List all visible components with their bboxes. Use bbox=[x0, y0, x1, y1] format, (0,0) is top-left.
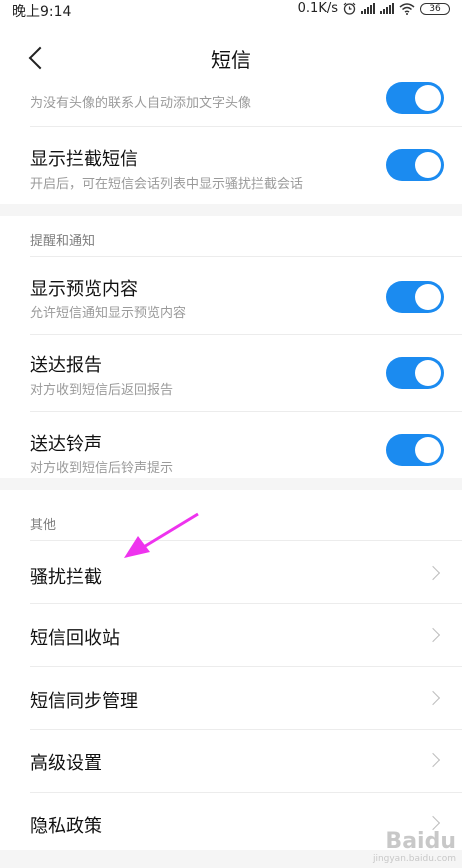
chevron-right-icon bbox=[425, 752, 441, 768]
row-title: 显示拦截短信 bbox=[30, 149, 138, 170]
row-subtitle: 开启后，可在短信会话列表中显示骚扰拦截会话 bbox=[30, 177, 304, 192]
notify-section: 提醒和通知 显示预览内容 允许短信通知显示预览内容 送达报告 对方收到短信后返回… bbox=[0, 216, 462, 478]
section-label: 提醒和通知 bbox=[30, 234, 96, 249]
show-preview-row[interactable]: 显示预览内容 允许短信通知显示预览内容 bbox=[0, 257, 462, 329]
chevron-right-icon bbox=[425, 565, 441, 581]
signal-icon-2 bbox=[380, 3, 394, 14]
sms-sync-row[interactable]: 短信同步管理 bbox=[0, 667, 462, 729]
watermark-logo: Baidu bbox=[385, 829, 456, 854]
chevron-right-icon bbox=[425, 815, 441, 831]
row-title: 送达铃声 bbox=[30, 434, 102, 455]
signal-icon bbox=[361, 3, 375, 14]
show-preview-toggle[interactable] bbox=[386, 281, 444, 313]
annotation-arrow-icon bbox=[124, 512, 199, 558]
delivery-sound-toggle[interactable] bbox=[386, 434, 444, 466]
chevron-right-icon bbox=[425, 690, 441, 706]
row-title: 高级设置 bbox=[30, 753, 102, 774]
auto-avatar-subtitle: 为没有头像的联系人自动添加文字头像 bbox=[30, 96, 252, 111]
row-subtitle: 允许短信通知显示预览内容 bbox=[30, 306, 187, 321]
battery-icon: 36 bbox=[420, 2, 450, 15]
delivery-sound-row[interactable]: 送达铃声 对方收到短信后铃声提示 bbox=[0, 412, 462, 478]
other-section: 其他 骚扰拦截 短信回收站 短信同步管理 高级设置 隐私政策 bbox=[0, 490, 462, 850]
row-title: 短信同步管理 bbox=[30, 691, 138, 712]
row-title: 送达报告 bbox=[30, 355, 102, 376]
wifi-icon bbox=[399, 2, 415, 15]
status-bar: 晚上9:14 0.1K/s 36 bbox=[0, 0, 462, 20]
harassment-block-row[interactable]: 骚扰拦截 bbox=[0, 541, 462, 603]
show-blocked-sms-row[interactable]: 显示拦截短信 开启后，可在短信会话列表中显示骚扰拦截会话 bbox=[0, 127, 462, 204]
chevron-right-icon bbox=[425, 627, 441, 643]
row-subtitle: 对方收到短信后返回报告 bbox=[30, 383, 174, 398]
watermark: Baidu jingyan.baidu.com bbox=[373, 831, 456, 864]
row-title: 显示预览内容 bbox=[30, 279, 138, 300]
watermark-url: jingyan.baidu.com bbox=[372, 854, 456, 864]
auto-avatar-toggle[interactable] bbox=[386, 82, 444, 114]
row-title: 短信回收站 bbox=[30, 628, 120, 649]
sms-recycle-bin-row[interactable]: 短信回收站 bbox=[0, 604, 462, 666]
delivery-report-toggle[interactable] bbox=[386, 357, 444, 389]
section-label: 其他 bbox=[30, 518, 57, 533]
top-settings-section: 为没有头像的联系人自动添加文字头像 显示拦截短信 开启后，可在短信会话列表中显示… bbox=[0, 82, 462, 204]
alarm-icon bbox=[343, 2, 356, 15]
status-icons: 0.1K/s 36 bbox=[298, 1, 450, 16]
show-blocked-sms-toggle[interactable] bbox=[386, 149, 444, 181]
advanced-settings-row[interactable]: 高级设置 bbox=[0, 730, 462, 792]
status-time: 晚上9:14 bbox=[12, 4, 72, 20]
delivery-report-row[interactable]: 送达报告 对方收到短信后返回报告 bbox=[0, 335, 462, 411]
row-subtitle: 对方收到短信后铃声提示 bbox=[30, 461, 174, 476]
row-title: 隐私政策 bbox=[30, 816, 102, 837]
row-title: 骚扰拦截 bbox=[30, 567, 102, 588]
page-title: 短信 bbox=[211, 48, 251, 72]
network-speed: 0.1K/s bbox=[297, 1, 338, 16]
